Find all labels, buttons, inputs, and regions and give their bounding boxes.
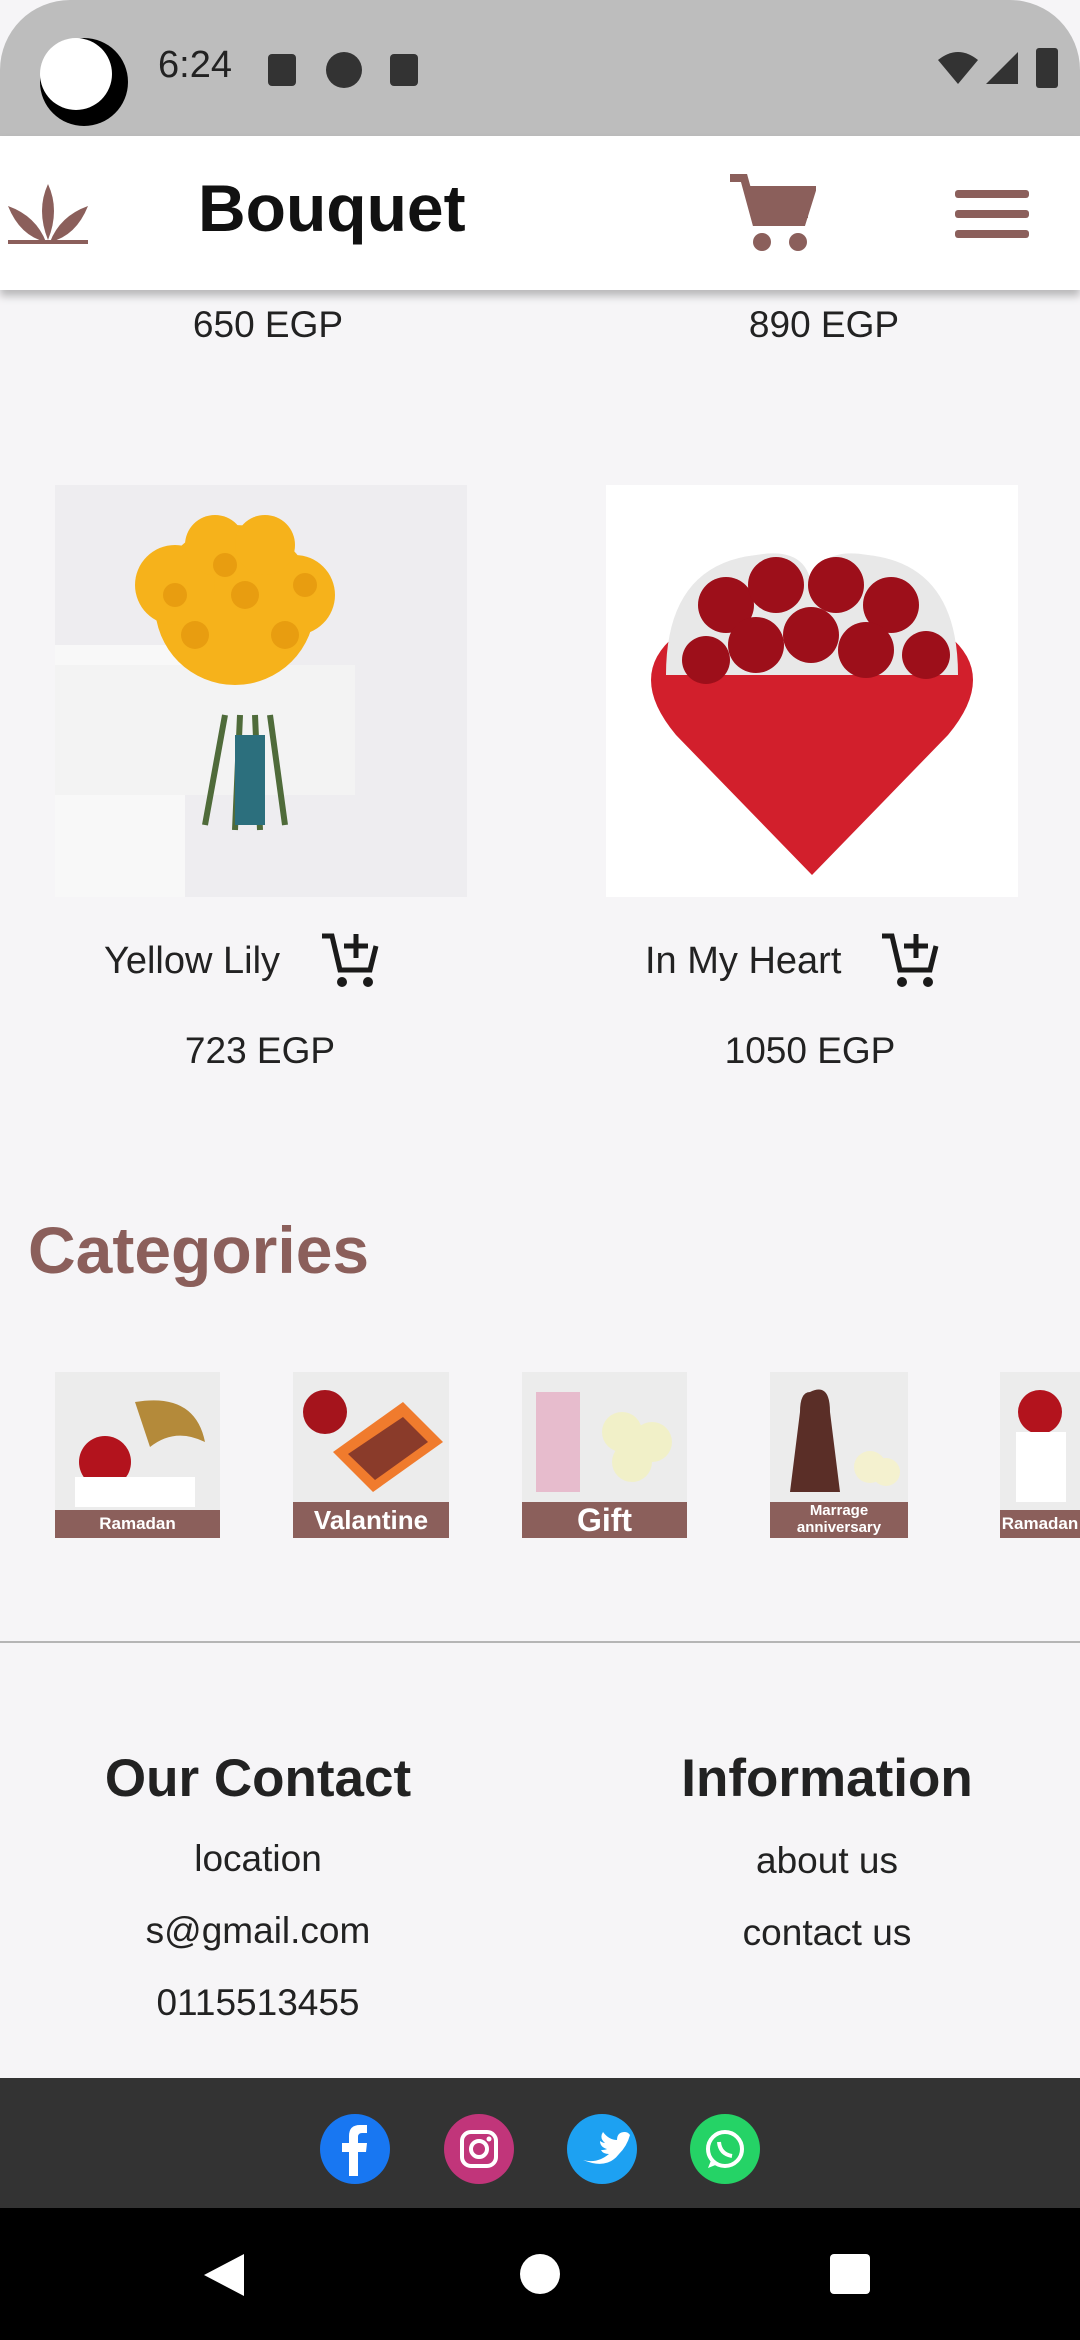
contact-title: Our Contact: [104, 1749, 412, 1808]
status-bar: 6:24: [0, 0, 1080, 136]
recents-icon[interactable]: [830, 2254, 870, 2294]
category-gift[interactable]: Gift: [522, 1372, 687, 1538]
product-price: 1050 EGP: [724, 1030, 896, 1071]
camera-cutout-icon: [36, 32, 128, 128]
category-ramadan-2[interactable]: Ramadan: [1000, 1372, 1080, 1538]
about-us-link[interactable]: about us: [577, 1840, 1077, 1882]
category-label: Marrage anniversary: [770, 1502, 908, 1538]
keyboard-notification-icon: [268, 54, 296, 86]
contact-location-link[interactable]: location: [8, 1838, 508, 1880]
category-marrage-anniversary[interactable]: Marrage anniversary: [770, 1372, 908, 1538]
menu-icon[interactable]: [0, 136, 1080, 290]
system-navigation-bar: [0, 2208, 1080, 2340]
product-price: 723 EGP: [184, 1030, 336, 1071]
app-bar: Bouquet: [0, 136, 1080, 290]
product-price: 890 EGP: [748, 304, 900, 345]
add-to-cart-icon[interactable]: [320, 930, 380, 995]
wifi-icon: [936, 50, 980, 91]
notification-icon: [326, 52, 362, 88]
status-time: 6:24: [158, 44, 232, 86]
category-ramadan[interactable]: Ramadan: [55, 1372, 220, 1538]
instagram-icon[interactable]: [444, 2114, 514, 2184]
category-valantine[interactable]: Valantine: [293, 1372, 449, 1538]
product-image-yellow-lily[interactable]: [55, 485, 467, 897]
cart-icon[interactable]: [728, 172, 818, 259]
product-name: Yellow Lily: [104, 940, 281, 982]
product-name: In My Heart: [645, 940, 842, 982]
product-price: 650 EGP: [192, 304, 344, 345]
whatsapp-icon[interactable]: [690, 2114, 760, 2184]
contact-phone-link[interactable]: 0115513455: [8, 1982, 508, 2024]
logo-icon[interactable]: [6, 180, 90, 251]
product-image-in-my-heart[interactable]: [606, 485, 1018, 897]
category-label: Ramadan: [1000, 1510, 1080, 1538]
home-icon[interactable]: [520, 2254, 560, 2294]
sd-card-icon: [390, 54, 418, 86]
twitter-icon[interactable]: [567, 2114, 637, 2184]
facebook-icon[interactable]: [320, 2114, 390, 2184]
categories-title: Categories: [28, 1213, 370, 1287]
category-label: Valantine: [293, 1502, 449, 1538]
battery-icon: [1036, 48, 1058, 88]
add-to-cart-icon[interactable]: [880, 930, 940, 995]
category-label: Gift: [522, 1502, 687, 1538]
signal-icon: [984, 50, 1020, 91]
contact-us-link[interactable]: contact us: [577, 1912, 1077, 1954]
contact-email-link[interactable]: s@gmail.com: [8, 1910, 508, 1952]
page-title: Bouquet: [198, 171, 466, 245]
category-label: Ramadan: [55, 1510, 220, 1538]
information-title: Information: [681, 1749, 973, 1808]
back-icon[interactable]: [202, 2252, 246, 2303]
footer-divider: [0, 1641, 1080, 1643]
social-bar: [0, 2078, 1080, 2208]
